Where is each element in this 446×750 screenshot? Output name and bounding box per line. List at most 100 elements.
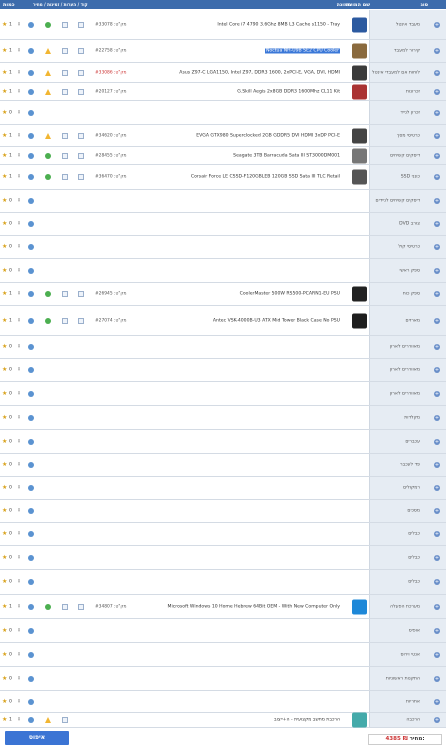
plus-icon[interactable]: + (434, 21, 440, 28)
star-icon[interactable]: ★ (2, 344, 7, 350)
image-icon[interactable] (78, 174, 84, 180)
star-icon[interactable]: ★ (2, 603, 7, 610)
product-thumbnail[interactable] (352, 599, 367, 614)
refresh-icon[interactable] (28, 367, 34, 373)
plus-icon[interactable]: + (434, 48, 440, 54)
star-icon[interactable]: ★ (2, 221, 7, 227)
plus-icon[interactable]: + (434, 109, 440, 116)
quantity-arrows-icon[interactable]: ⇕ (17, 699, 21, 704)
product-name[interactable]: G.Skill Aegis 2x8GB DDR3 1600Mhz CL11 Ki… (237, 89, 340, 94)
quantity-arrows-icon[interactable]: ⇕ (17, 555, 21, 560)
quantity-arrows-icon[interactable]: ⇕ (17, 245, 21, 250)
quantity-arrows-icon[interactable]: ⇕ (17, 580, 21, 585)
refresh-icon[interactable] (28, 69, 34, 76)
refresh-icon[interactable] (28, 438, 34, 445)
plus-icon[interactable]: + (434, 414, 440, 421)
plus-icon[interactable]: + (434, 344, 440, 350)
refresh-icon[interactable] (28, 221, 34, 227)
quantity-arrows-icon[interactable]: ⇕ (17, 89, 21, 94)
product-name[interactable]: Asus Z97-C LGA1150, Intel Z97, DDR3 1600… (179, 70, 340, 75)
plus-icon[interactable]: + (434, 579, 440, 585)
product-thumbnail[interactable] (352, 712, 367, 728)
quantity-value[interactable]: 0 (9, 555, 12, 560)
refresh-icon[interactable] (28, 198, 34, 204)
quantity-arrows-icon[interactable]: ⇕ (17, 49, 21, 54)
refresh-icon[interactable] (28, 462, 34, 468)
star-icon[interactable]: ★ (2, 717, 7, 723)
refresh-icon[interactable] (28, 390, 34, 397)
info-icon[interactable] (62, 291, 68, 297)
plus-icon[interactable]: + (434, 291, 440, 297)
star-icon[interactable]: ★ (2, 438, 7, 445)
image-icon[interactable] (78, 132, 84, 139)
plus-icon[interactable]: + (434, 69, 440, 76)
plus-icon[interactable]: + (434, 717, 440, 723)
image-icon[interactable] (78, 69, 84, 76)
star-icon[interactable]: ★ (2, 414, 7, 421)
quantity-arrows-icon[interactable]: ⇕ (17, 222, 21, 227)
reset-button[interactable]: איפוס (5, 731, 69, 745)
quantity-value[interactable]: 0 (9, 391, 12, 396)
product-thumbnail[interactable] (352, 17, 367, 32)
quantity-arrows-icon[interactable]: ⇕ (17, 133, 21, 138)
quantity-value[interactable]: 1 (9, 89, 12, 94)
star-icon[interactable]: ★ (2, 152, 7, 159)
product-thumbnail[interactable] (352, 84, 367, 99)
quantity-arrows-icon[interactable]: ⇕ (17, 463, 21, 468)
product-thumbnail[interactable] (352, 313, 367, 328)
plus-icon[interactable]: + (434, 627, 440, 634)
quantity-value[interactable]: 0 (9, 439, 12, 444)
quantity-value[interactable]: 1 (9, 22, 12, 27)
refresh-icon[interactable] (28, 291, 34, 297)
product-name[interactable]: EVGA GTX980 Superclocked 2GB GDDR5 DVI H… (196, 133, 340, 138)
star-icon[interactable]: ★ (2, 462, 7, 468)
quantity-value[interactable]: 1 (9, 70, 12, 75)
star-icon[interactable]: ★ (2, 109, 7, 116)
refresh-icon[interactable] (28, 414, 34, 421)
refresh-icon[interactable] (28, 531, 34, 537)
plus-icon[interactable]: + (434, 462, 440, 468)
quantity-value[interactable]: 1 (9, 718, 12, 723)
plus-icon[interactable]: + (434, 152, 440, 159)
quantity-arrows-icon[interactable]: ⇕ (17, 652, 21, 657)
star-icon[interactable]: ★ (2, 174, 7, 180)
refresh-icon[interactable] (28, 132, 34, 139)
quantity-value[interactable]: 0 (9, 509, 12, 514)
image-icon[interactable] (78, 88, 84, 95)
refresh-icon[interactable] (28, 698, 34, 705)
star-icon[interactable]: ★ (2, 244, 7, 250)
quantity-value[interactable]: 0 (9, 368, 12, 373)
plus-icon[interactable]: + (434, 367, 440, 373)
quantity-arrows-icon[interactable]: ⇕ (17, 318, 21, 323)
quantity-value[interactable]: 0 (9, 486, 12, 491)
quantity-value[interactable]: 0 (9, 245, 12, 250)
star-icon[interactable]: ★ (2, 198, 7, 204)
quantity-arrows-icon[interactable]: ⇕ (17, 368, 21, 373)
plus-icon[interactable]: + (434, 267, 440, 274)
quantity-arrows-icon[interactable]: ⇕ (17, 268, 21, 273)
product-name[interactable]: Seagate 3TB Barracuda Sata III ST3000DM0… (233, 153, 340, 158)
star-icon[interactable]: ★ (2, 291, 7, 297)
plus-icon[interactable]: + (434, 675, 440, 682)
plus-icon[interactable]: + (434, 88, 440, 95)
quantity-arrows-icon[interactable]: ⇕ (17, 292, 21, 297)
quantity-value[interactable]: 0 (9, 345, 12, 350)
star-icon[interactable]: ★ (2, 88, 7, 95)
refresh-icon[interactable] (28, 109, 34, 116)
product-name[interactable]: Noctua NH-U9B SE2 CPU Cooler (264, 48, 340, 54)
quantity-value[interactable]: 0 (9, 199, 12, 204)
quantity-value[interactable]: 0 (9, 463, 12, 468)
star-icon[interactable]: ★ (2, 317, 7, 324)
quantity-value[interactable]: 0 (9, 580, 12, 585)
quantity-value[interactable]: 0 (9, 652, 12, 657)
refresh-icon[interactable] (28, 651, 34, 658)
quantity-value[interactable]: 0 (9, 110, 12, 115)
star-icon[interactable]: ★ (2, 531, 7, 537)
star-icon[interactable]: ★ (2, 485, 7, 491)
quantity-value[interactable]: 1 (9, 49, 12, 54)
refresh-icon[interactable] (28, 603, 34, 610)
product-thumbnail[interactable] (352, 43, 367, 59)
quantity-value[interactable]: 1 (9, 175, 12, 180)
star-icon[interactable]: ★ (2, 267, 7, 274)
product-thumbnail[interactable] (352, 286, 367, 302)
